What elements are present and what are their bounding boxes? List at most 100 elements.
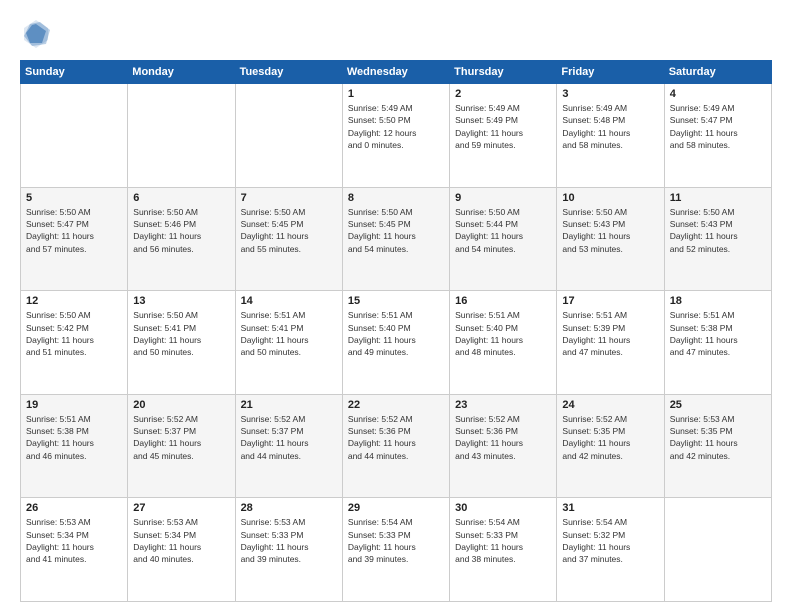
cell-daylight-info: Sunrise: 5:49 AM Sunset: 5:48 PM Dayligh…: [562, 102, 658, 151]
cell-4-4: 30 Sunrise: 5:54 AM Sunset: 5:33 PM Dayli…: [450, 498, 557, 602]
cell-4-1: 27 Sunrise: 5:53 AM Sunset: 5:34 PM Dayli…: [128, 498, 235, 602]
cell-day-number: 2: [455, 88, 551, 100]
cell-day-number: 9: [455, 192, 551, 204]
header-friday: Friday: [557, 61, 664, 84]
cell-3-3: 22Sunrise: 5:52 AM Sunset: 5:36 PM Dayli…: [342, 394, 449, 498]
cell-2-2: 14Sunrise: 5:51 AM Sunset: 5:41 PM Dayli…: [235, 291, 342, 395]
cell-2-5: 17 Sunrise: 5:51 AM Sunset: 5:39 PM Dayli…: [557, 291, 664, 395]
cell-2-1: 13 Sunrise: 5:50 AM Sunset: 5:41 PM Dayli…: [128, 291, 235, 395]
calendar-body: 1 Sunrise: 5:49 AM Sunset: 5:50 PM Daylig…: [21, 84, 772, 602]
cell-daylight-info: Sunrise: 5:53 AM Sunset: 5:33 PM Dayligh…: [241, 516, 337, 565]
cell-day-number: 13: [133, 295, 229, 307]
cell-day-number: 23: [455, 399, 551, 411]
cell-daylight-info: Sunrise: 5:54 AM Sunset: 5:33 PM Dayligh…: [348, 516, 444, 565]
cell-day-number: 11: [670, 192, 766, 204]
cell-day-number: 31: [562, 502, 658, 514]
week-row-3: 12 Sunrise: 5:50 AM Sunset: 5:42 PM Dayli…: [21, 291, 772, 395]
cell-0-3: 1 Sunrise: 5:49 AM Sunset: 5:50 PM Daylig…: [342, 84, 449, 188]
header-wednesday: Wednesday: [342, 61, 449, 84]
cell-1-1: 6Sunrise: 5:50 AM Sunset: 5:46 PM Daylig…: [128, 187, 235, 291]
cell-0-4: 2Sunrise: 5:49 AM Sunset: 5:49 PM Daylig…: [450, 84, 557, 188]
cell-1-5: 10 Sunrise: 5:50 AM Sunset: 5:43 PM Dayli…: [557, 187, 664, 291]
cell-0-1: [128, 84, 235, 188]
cell-day-number: 20: [133, 399, 229, 411]
cell-day-number: 15: [348, 295, 444, 307]
cell-1-0: 5 Sunrise: 5:50 AM Sunset: 5:47 PM Daylig…: [21, 187, 128, 291]
cell-daylight-info: Sunrise: 5:52 AM Sunset: 5:36 PM Dayligh…: [455, 413, 551, 462]
header-monday: Monday: [128, 61, 235, 84]
cell-daylight-info: Sunrise: 5:51 AM Sunset: 5:40 PM Dayligh…: [348, 309, 444, 358]
cell-day-number: 4: [670, 88, 766, 100]
cell-daylight-info: Sunrise: 5:52 AM Sunset: 5:35 PM Dayligh…: [562, 413, 658, 462]
cell-daylight-info: Sunrise: 5:51 AM Sunset: 5:38 PM Dayligh…: [26, 413, 122, 462]
calendar: SundayMondayTuesdayWednesdayThursdayFrid…: [20, 60, 772, 602]
cell-3-6: 25Sunrise: 5:53 AM Sunset: 5:35 PM Dayli…: [664, 394, 771, 498]
cell-daylight-info: Sunrise: 5:54 AM Sunset: 5:33 PM Dayligh…: [455, 516, 551, 565]
cell-day-number: 6: [133, 192, 229, 204]
cell-1-6: 11Sunrise: 5:50 AM Sunset: 5:43 PM Dayli…: [664, 187, 771, 291]
cell-daylight-info: Sunrise: 5:53 AM Sunset: 5:34 PM Dayligh…: [26, 516, 122, 565]
cell-daylight-info: Sunrise: 5:49 AM Sunset: 5:50 PM Dayligh…: [348, 102, 444, 151]
cell-0-6: 4Sunrise: 5:49 AM Sunset: 5:47 PM Daylig…: [664, 84, 771, 188]
cell-daylight-info: Sunrise: 5:52 AM Sunset: 5:37 PM Dayligh…: [133, 413, 229, 462]
cell-daylight-info: Sunrise: 5:51 AM Sunset: 5:39 PM Dayligh…: [562, 309, 658, 358]
cell-3-1: 20 Sunrise: 5:52 AM Sunset: 5:37 PM Dayli…: [128, 394, 235, 498]
header-tuesday: Tuesday: [235, 61, 342, 84]
cell-daylight-info: Sunrise: 5:51 AM Sunset: 5:38 PM Dayligh…: [670, 309, 766, 358]
cell-daylight-info: Sunrise: 5:54 AM Sunset: 5:32 PM Dayligh…: [562, 516, 658, 565]
cell-day-number: 1: [348, 88, 444, 100]
week-row-1: 1 Sunrise: 5:49 AM Sunset: 5:50 PM Daylig…: [21, 84, 772, 188]
cell-day-number: 29: [348, 502, 444, 514]
cell-day-number: 14: [241, 295, 337, 307]
cell-daylight-info: Sunrise: 5:50 AM Sunset: 5:41 PM Dayligh…: [133, 309, 229, 358]
cell-day-number: 12: [26, 295, 122, 307]
header-sunday: Sunday: [21, 61, 128, 84]
header-row: SundayMondayTuesdayWednesdayThursdayFrid…: [21, 61, 772, 84]
cell-daylight-info: Sunrise: 5:53 AM Sunset: 5:35 PM Dayligh…: [670, 413, 766, 462]
cell-3-4: 23 Sunrise: 5:52 AM Sunset: 5:36 PM Dayli…: [450, 394, 557, 498]
cell-daylight-info: Sunrise: 5:53 AM Sunset: 5:34 PM Dayligh…: [133, 516, 229, 565]
header-thursday: Thursday: [450, 61, 557, 84]
cell-0-0: [21, 84, 128, 188]
cell-daylight-info: Sunrise: 5:50 AM Sunset: 5:43 PM Dayligh…: [562, 206, 658, 255]
cell-day-number: 30: [455, 502, 551, 514]
page: SundayMondayTuesdayWednesdayThursdayFrid…: [0, 0, 792, 612]
logo: [20, 18, 58, 50]
cell-day-number: 19: [26, 399, 122, 411]
cell-day-number: 5: [26, 192, 122, 204]
cell-day-number: 27: [133, 502, 229, 514]
cell-4-2: 28Sunrise: 5:53 AM Sunset: 5:33 PM Dayli…: [235, 498, 342, 602]
cell-daylight-info: Sunrise: 5:50 AM Sunset: 5:42 PM Dayligh…: [26, 309, 122, 358]
cell-4-6: [664, 498, 771, 602]
cell-daylight-info: Sunrise: 5:50 AM Sunset: 5:45 PM Dayligh…: [348, 206, 444, 255]
calendar-header: SundayMondayTuesdayWednesdayThursdayFrid…: [21, 61, 772, 84]
cell-day-number: 16: [455, 295, 551, 307]
cell-1-2: 7Sunrise: 5:50 AM Sunset: 5:45 PM Daylig…: [235, 187, 342, 291]
cell-daylight-info: Sunrise: 5:50 AM Sunset: 5:44 PM Dayligh…: [455, 206, 551, 255]
cell-daylight-info: Sunrise: 5:51 AM Sunset: 5:40 PM Dayligh…: [455, 309, 551, 358]
cell-3-5: 24Sunrise: 5:52 AM Sunset: 5:35 PM Dayli…: [557, 394, 664, 498]
cell-day-number: 3: [562, 88, 658, 100]
cell-2-3: 15 Sunrise: 5:51 AM Sunset: 5:40 PM Dayli…: [342, 291, 449, 395]
logo-icon: [20, 18, 52, 50]
cell-daylight-info: Sunrise: 5:50 AM Sunset: 5:47 PM Dayligh…: [26, 206, 122, 255]
header-saturday: Saturday: [664, 61, 771, 84]
cell-2-4: 16 Sunrise: 5:51 AM Sunset: 5:40 PM Dayli…: [450, 291, 557, 395]
cell-daylight-info: Sunrise: 5:50 AM Sunset: 5:45 PM Dayligh…: [241, 206, 337, 255]
cell-day-number: 8: [348, 192, 444, 204]
cell-3-2: 21Sunrise: 5:52 AM Sunset: 5:37 PM Dayli…: [235, 394, 342, 498]
week-row-2: 5 Sunrise: 5:50 AM Sunset: 5:47 PM Daylig…: [21, 187, 772, 291]
cell-2-0: 12 Sunrise: 5:50 AM Sunset: 5:42 PM Dayli…: [21, 291, 128, 395]
cell-day-number: 10: [562, 192, 658, 204]
header: [20, 18, 772, 50]
cell-day-number: 21: [241, 399, 337, 411]
cell-day-number: 22: [348, 399, 444, 411]
cell-4-0: 26Sunrise: 5:53 AM Sunset: 5:34 PM Dayli…: [21, 498, 128, 602]
week-row-5: 26Sunrise: 5:53 AM Sunset: 5:34 PM Dayli…: [21, 498, 772, 602]
cell-4-5: 31 Sunrise: 5:54 AM Sunset: 5:32 PM Dayli…: [557, 498, 664, 602]
cell-0-5: 3 Sunrise: 5:49 AM Sunset: 5:48 PM Daylig…: [557, 84, 664, 188]
cell-day-number: 18: [670, 295, 766, 307]
cell-day-number: 17: [562, 295, 658, 307]
week-row-4: 19 Sunrise: 5:51 AM Sunset: 5:38 PM Dayli…: [21, 394, 772, 498]
cell-4-3: 29 Sunrise: 5:54 AM Sunset: 5:33 PM Dayli…: [342, 498, 449, 602]
